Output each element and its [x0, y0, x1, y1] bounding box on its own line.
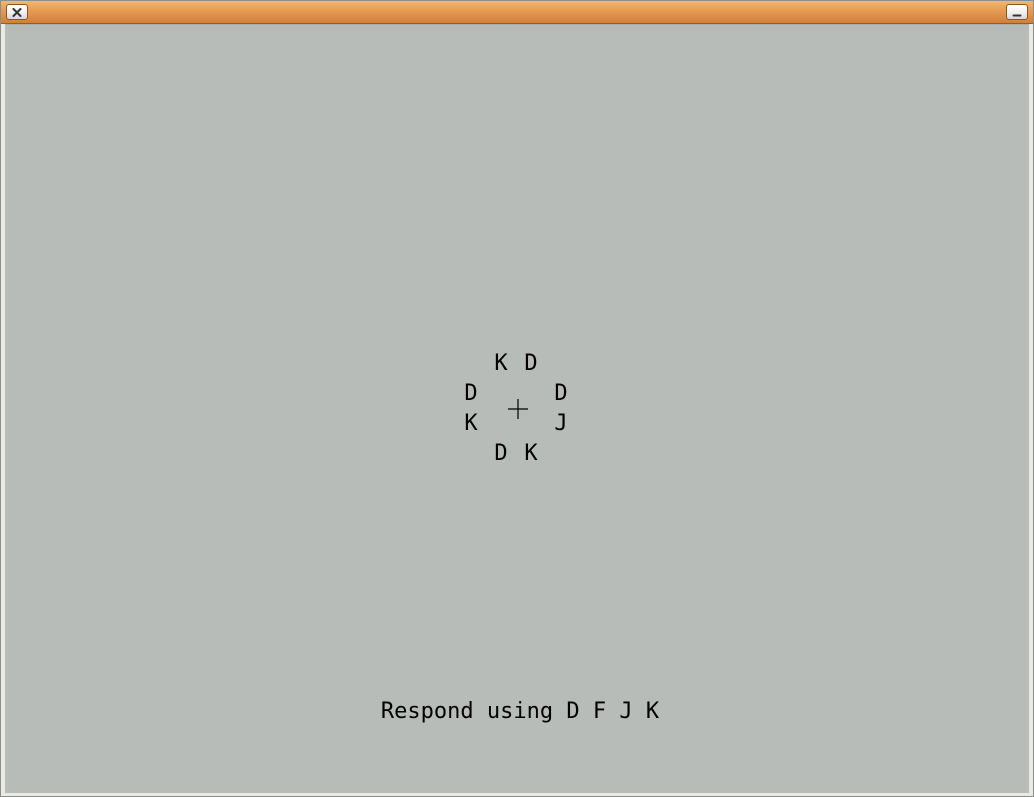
close-icon — [12, 8, 22, 17]
stimulus-letter-lower-right: J — [554, 411, 568, 436]
stimulus-letter-upper-right: D — [554, 381, 568, 406]
stimulus-letter-top-left: K — [494, 351, 508, 376]
window-bottom-border — [1, 793, 1033, 796]
stimulus-letter-top-right: D — [524, 351, 538, 376]
response-instruction: Respond using D F J K — [380, 699, 660, 724]
stimulus-letter-lower-left: K — [464, 411, 478, 436]
stimulus-letter-bottom-left: D — [494, 441, 508, 466]
app-window: K D D D K J D K Respond using D F J K — [0, 0, 1034, 797]
title-bar[interactable] — [1, 1, 1033, 24]
experiment-display: K D D D K J D K Respond using D F J K — [5, 24, 1029, 793]
stimulus-letter-upper-left: D — [464, 381, 478, 406]
minimize-button[interactable] — [1006, 4, 1028, 20]
stimulus-letter-bottom-right: K — [524, 441, 538, 466]
close-button[interactable] — [6, 4, 28, 20]
minimize-icon — [1012, 14, 1022, 17]
plus-icon — [508, 399, 528, 419]
